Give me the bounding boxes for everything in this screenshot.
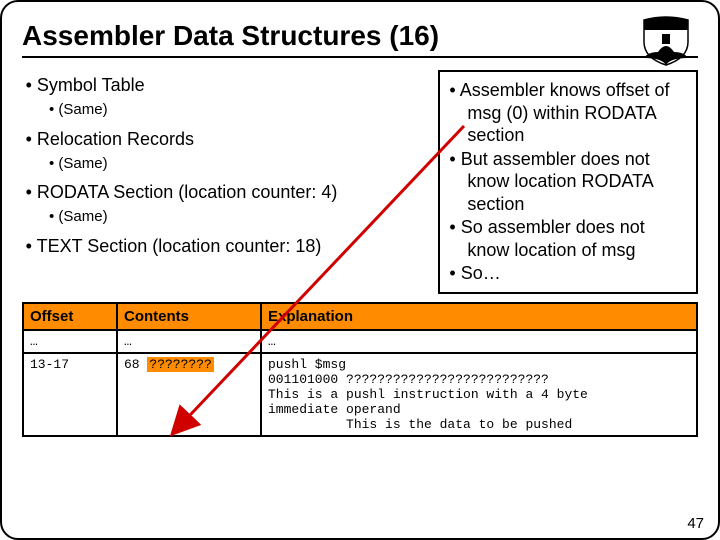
- table-row: … … …: [23, 330, 697, 353]
- col-offset: Offset: [23, 303, 117, 330]
- cell-contents-1: …: [117, 330, 261, 353]
- cell-contents-2: 68 ????????: [117, 353, 261, 436]
- bullet-rodata: RODATA Section (location counter: 4): [22, 180, 428, 204]
- highlight-unknown-bytes: ????????: [147, 357, 213, 372]
- opcode-text: 68: [124, 357, 147, 372]
- bullet-relocation: Relocation Records: [22, 127, 428, 151]
- table-row: 13-17 68 ???????? pushl $msg 001101000 ?…: [23, 353, 697, 436]
- callout-line-2: But assembler does not know location ROD…: [448, 148, 688, 216]
- callout-line-1: Assembler knows offset of msg (0) within…: [448, 79, 688, 147]
- bullet-symbol-table: Symbol Table: [22, 73, 428, 97]
- callout-line-4: So…: [448, 262, 688, 285]
- col-contents: Contents: [117, 303, 261, 330]
- table-header-row: Offset Contents Explanation: [23, 303, 697, 330]
- title-bar: Assembler Data Structures (16): [22, 20, 698, 58]
- callout-line-3: So assembler does not know location of m…: [448, 216, 688, 261]
- cell-offset-2: 13-17: [23, 353, 117, 436]
- subbullet-rodata-same: (Same): [22, 207, 428, 227]
- text-section-table: Offset Contents Explanation … … … 13-17 …: [22, 302, 698, 437]
- callout-box: Assembler knows offset of msg (0) within…: [438, 70, 698, 294]
- subbullet-symbol-same: (Same): [22, 100, 428, 120]
- slide-frame: Assembler Data Structures (16) Symbol Ta…: [0, 0, 720, 540]
- bullet-text-section: TEXT Section (location counter: 18): [22, 234, 428, 258]
- cell-explanation-2: pushl $msg 001101000 ???????????????????…: [261, 353, 697, 436]
- left-column: Symbol Table (Same) Relocation Records (…: [22, 70, 428, 261]
- princeton-crest-icon: [638, 16, 694, 66]
- cell-offset-1: …: [23, 330, 117, 353]
- content-area: Symbol Table (Same) Relocation Records (…: [22, 70, 698, 294]
- subbullet-reloc-same: (Same): [22, 154, 428, 174]
- cell-explanation-1: …: [261, 330, 697, 353]
- page-number: 47: [687, 515, 704, 532]
- col-explanation: Explanation: [261, 303, 697, 330]
- slide-title: Assembler Data Structures (16): [22, 20, 439, 51]
